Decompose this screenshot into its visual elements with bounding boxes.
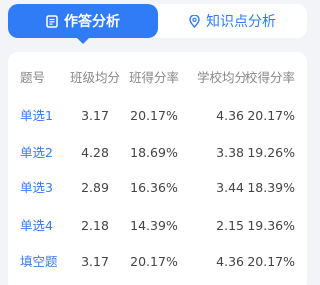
school-rate-cell: 20.17% [247,254,295,269]
question-link[interactable]: 单选1 [20,106,53,126]
table-row: 单选1 3.17 20.17% 4.36 20.17% [8,106,307,126]
question-link[interactable]: 单选4 [20,216,53,236]
header-question: 题号 [20,70,46,85]
header-class-rate: 班得分率 [128,70,179,85]
school-avg-cell: 2.15 [216,218,244,233]
school-rate-cell: 18.39% [247,180,295,195]
class-avg-cell: 2.18 [81,218,109,233]
school-rate-cell: 20.17% [247,108,295,123]
table-header: 题号 班级均分 班得分率 学校均分 校得分率 [8,68,307,88]
tab-answer-analysis[interactable]: 作答分析 [8,4,158,44]
class-avg-cell: 2.89 [81,180,109,195]
header-school-rate: 校得分率 [245,70,296,85]
table-row: 单选4 2.18 14.39% 2.15 19.36% [8,216,307,236]
class-avg-cell: 3.17 [81,254,109,269]
school-avg-cell: 3.38 [216,145,244,160]
school-avg-cell: 4.36 [216,254,244,269]
table-row: 单选2 4.28 18.69% 3.38 19.26% [8,143,307,163]
class-rate-cell: 14.39% [130,218,178,233]
tab-knowledge-analysis-label: 知识点分析 [206,14,276,30]
school-rate-cell: 19.36% [247,218,295,233]
school-avg-cell: 3.44 [216,180,244,195]
question-link[interactable]: 单选2 [20,143,53,163]
class-rate-cell: 20.17% [130,254,178,269]
header-school-avg: 学校均分 [197,70,248,85]
question-link[interactable]: 单选3 [20,178,53,198]
school-avg-cell: 4.36 [216,108,244,123]
tab-answer-analysis-label: 作答分析 [64,14,120,30]
analysis-tab-bar: 作答分析 知识点分析 [8,4,307,44]
class-rate-cell: 16.36% [130,180,178,195]
location-pin-icon [189,14,200,28]
school-rate-cell: 19.26% [247,145,295,160]
tab-knowledge-analysis[interactable]: 知识点分析 [158,4,307,38]
table-row: 单选3 2.89 16.36% 3.44 18.39% [8,178,307,198]
class-avg-cell: 4.28 [81,145,109,160]
table-row: 填空题 3.17 20.17% 4.36 20.17% [8,252,307,272]
class-rate-cell: 18.69% [130,145,178,160]
header-class-avg: 班级均分 [69,70,120,85]
question-link[interactable]: 填空题 [20,252,58,272]
class-avg-cell: 3.17 [81,108,109,123]
document-icon [46,14,58,28]
class-rate-cell: 20.17% [130,108,178,123]
score-table: 题号 班级均分 班得分率 学校均分 校得分率 单选1 3.17 20.17% 4… [8,52,307,285]
